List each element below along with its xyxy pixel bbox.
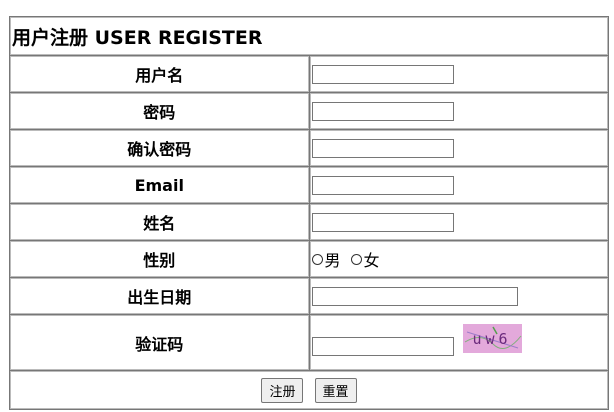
email-label: Email bbox=[9, 166, 310, 204]
captcha-text: uw6 bbox=[472, 329, 512, 348]
birthdate-label: 出生日期 bbox=[9, 277, 310, 315]
radio-female-icon[interactable] bbox=[350, 253, 362, 265]
password-label: 密码 bbox=[9, 92, 310, 130]
password-input[interactable] bbox=[311, 102, 454, 121]
gender-male-label: 男 bbox=[324, 251, 341, 270]
gender-label: 性别 bbox=[9, 240, 310, 278]
gender-option-female[interactable]: 女 bbox=[350, 247, 380, 271]
reset-button[interactable]: 重置 bbox=[314, 377, 357, 403]
name-label: 姓名 bbox=[9, 203, 310, 241]
captcha-input[interactable] bbox=[311, 337, 454, 356]
gender-radio-group: 男 女 bbox=[311, 247, 386, 271]
username-label: 用户名 bbox=[9, 55, 310, 93]
captcha-image[interactable]: uw6 bbox=[462, 324, 522, 353]
submit-button[interactable]: 注册 bbox=[261, 377, 304, 403]
captcha-label: 验证码 bbox=[9, 314, 310, 371]
confirm-password-label: 确认密码 bbox=[9, 129, 310, 167]
email-input[interactable] bbox=[311, 176, 454, 195]
captcha-container: uw6 bbox=[311, 315, 609, 370]
confirm-password-input[interactable] bbox=[311, 139, 454, 158]
form-title: 用户注册 USER REGISTER bbox=[9, 16, 609, 56]
register-form-table: 用户注册 USER REGISTER 用户名 密码 确认密码 Email 姓名 … bbox=[9, 16, 609, 410]
username-input[interactable] bbox=[311, 65, 454, 84]
gender-option-male[interactable]: 男 bbox=[311, 247, 341, 271]
birthdate-input[interactable] bbox=[311, 287, 518, 306]
name-input[interactable] bbox=[311, 213, 454, 232]
gender-female-label: 女 bbox=[363, 251, 380, 270]
radio-male-icon[interactable] bbox=[311, 253, 323, 265]
